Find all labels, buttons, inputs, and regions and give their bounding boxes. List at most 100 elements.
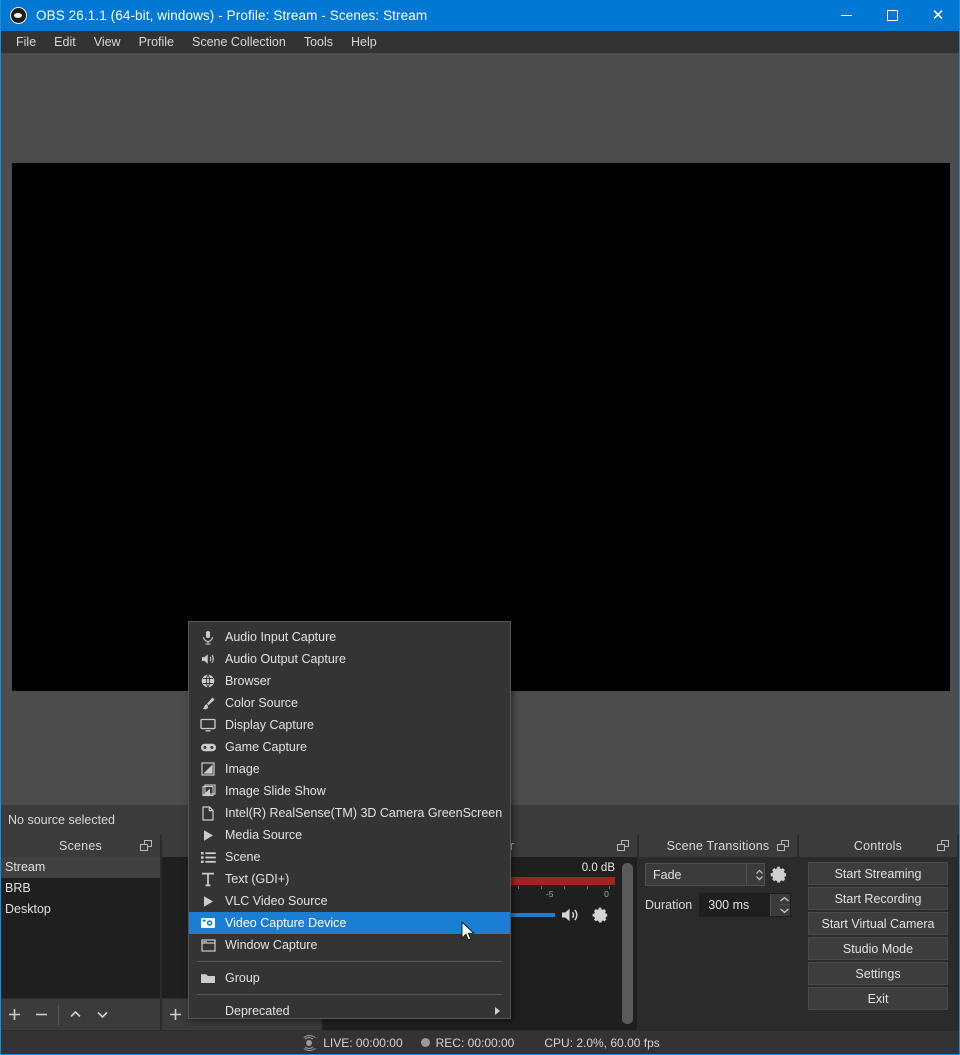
menu-bar: File Edit View Profile Scene Collection … <box>1 31 959 53</box>
transition-select-value: Fade <box>653 867 682 882</box>
close-icon[interactable]: ✕ <box>915 0 959 31</box>
controls-dock-body: Start Streaming Start Recording Start Vi… <box>799 857 957 1030</box>
minimize-icon[interactable] <box>823 0 869 31</box>
remove-scene-button[interactable] <box>28 1000 55 1030</box>
title-bar: OBS 26.1.1 (64-bit, windows) - Profile: … <box>1 0 959 31</box>
menu-item-vlc-video-source[interactable]: VLC Video Source <box>189 890 510 912</box>
scene-transitions-dock: Scene Transitions Fade Duration 300 ms <box>639 835 799 1030</box>
transitions-dock-header: Scene Transitions <box>639 835 797 857</box>
menu-item-window-capture[interactable]: Window Capture <box>189 934 510 956</box>
menu-item-game-capture[interactable]: Game Capture <box>189 736 510 758</box>
studio-mode-button[interactable]: Studio Mode <box>808 937 948 960</box>
menu-item-media-source[interactable]: Media Source <box>189 824 510 846</box>
status-bar: LIVE: 00:00:00 REC: 00:00:00 CPU: 2.0%, … <box>1 1031 959 1054</box>
preview-canvas[interactable] <box>12 163 950 691</box>
exit-button[interactable]: Exit <box>808 987 948 1010</box>
image-icon <box>197 760 219 778</box>
chevron-updown-icon[interactable] <box>746 864 764 885</box>
transition-select[interactable]: Fade <box>645 863 765 886</box>
duration-stepper-arrows[interactable] <box>770 894 790 916</box>
move-scene-up-button[interactable] <box>62 1000 89 1030</box>
play-icon <box>197 826 219 844</box>
menu-item-intel-realsense-greenscreen[interactable]: Intel(R) RealSense(TM) 3D Camera GreenSc… <box>189 802 510 824</box>
duration-label: Duration <box>645 898 693 912</box>
menu-item-video-capture-device[interactable]: Video Capture Device <box>189 912 510 934</box>
menu-item-display-capture[interactable]: Display Capture <box>189 714 510 736</box>
menu-item-label: Image Slide Show <box>225 784 326 798</box>
live-timer: LIVE: 00:00:00 <box>323 1035 403 1050</box>
menu-item-scene[interactable]: Scene <box>189 846 510 868</box>
mixer-scrollbar[interactable] <box>622 863 633 1024</box>
menu-item-image[interactable]: Image <box>189 758 510 780</box>
menu-item-label: Intel(R) RealSense(TM) 3D Camera GreenSc… <box>225 806 503 820</box>
obs-logo-icon <box>10 7 27 24</box>
menu-item-label: VLC Video Source <box>225 894 328 908</box>
undock-icon[interactable] <box>777 840 789 851</box>
window-title: OBS 26.1.1 (64-bit, windows) - Profile: … <box>36 8 428 23</box>
document-icon <box>197 804 219 822</box>
speaker-icon <box>197 650 219 668</box>
close-glyph: ✕ <box>931 7 945 24</box>
chevron-down-icon[interactable] <box>779 905 790 916</box>
menu-item-audio-output-capture[interactable]: Audio Output Capture <box>189 648 510 670</box>
menu-separator <box>197 994 502 995</box>
window-icon <box>197 936 219 954</box>
controls-dock-header: Controls <box>799 835 957 857</box>
add-source-button[interactable] <box>162 1000 189 1030</box>
gamepad-icon <box>197 738 219 756</box>
chevron-up-icon[interactable] <box>779 894 790 905</box>
menu-item-image-slide-show[interactable]: Image Slide Show <box>189 780 510 802</box>
add-source-context-menu[interactable]: Audio Input Capture Audio Output Capture… <box>188 621 511 1019</box>
submenu-arrow-icon <box>495 1007 500 1015</box>
play-icon <box>197 892 219 910</box>
scenes-list[interactable]: Stream BRB Desktop <box>1 857 160 998</box>
menu-item-group[interactable]: Group <box>189 967 510 989</box>
list-item[interactable]: BRB <box>1 878 160 899</box>
rec-status: REC: 00:00:00 <box>420 1035 515 1050</box>
start-virtual-camera-button[interactable]: Start Virtual Camera <box>808 912 948 935</box>
settings-button[interactable]: Settings <box>808 962 948 985</box>
menu-item-audio-input-capture[interactable]: Audio Input Capture <box>189 626 510 648</box>
live-status: LIVE: 00:00:00 <box>300 1034 403 1051</box>
undock-icon[interactable] <box>937 840 949 851</box>
menu-scene-collection[interactable]: Scene Collection <box>183 32 295 52</box>
transitions-content: Fade Duration 300 ms <box>639 857 797 1030</box>
menu-item-label: Scene <box>225 850 261 864</box>
scenes-dock-title: Scenes <box>59 839 102 853</box>
menu-view[interactable]: View <box>85 32 130 52</box>
menu-file[interactable]: File <box>7 32 45 52</box>
start-recording-button[interactable]: Start Recording <box>808 887 948 910</box>
rec-timer: REC: 00:00:00 <box>435 1035 515 1050</box>
text-icon <box>197 870 219 888</box>
globe-icon <box>197 672 219 690</box>
add-scene-button[interactable] <box>1 1000 28 1030</box>
menu-profile[interactable]: Profile <box>130 32 183 52</box>
controls-dock-title: Controls <box>853 839 903 853</box>
menu-edit[interactable]: Edit <box>45 32 85 52</box>
menu-help[interactable]: Help <box>342 32 386 52</box>
menu-separator <box>197 961 502 962</box>
menu-tools[interactable]: Tools <box>295 32 342 52</box>
duration-value: 300 ms <box>708 898 750 912</box>
undock-icon[interactable] <box>140 840 152 851</box>
gear-icon[interactable] <box>585 906 615 924</box>
no-icon <box>197 1002 219 1020</box>
menu-item-text-gdi[interactable]: Text (GDI+) <box>189 868 510 890</box>
speaker-icon[interactable] <box>555 906 585 924</box>
move-scene-down-button[interactable] <box>89 1000 116 1030</box>
menu-item-label: Video Capture Device <box>225 916 347 930</box>
start-streaming-button[interactable]: Start Streaming <box>808 862 948 885</box>
list-item[interactable]: Desktop <box>1 899 160 920</box>
menu-item-deprecated[interactable]: Deprecated <box>189 1000 510 1022</box>
duration-stepper[interactable]: 300 ms <box>699 893 791 917</box>
menu-item-label: Deprecated <box>225 1004 290 1018</box>
menu-item-label: Color Source <box>225 696 298 710</box>
transitions-dock-title: Scene Transitions <box>666 839 770 853</box>
undock-icon[interactable] <box>617 840 629 851</box>
menu-item-browser[interactable]: Browser <box>189 670 510 692</box>
list-item[interactable]: Stream <box>1 857 160 878</box>
transition-properties-gear-icon[interactable] <box>765 863 791 886</box>
maximize-icon[interactable] <box>869 0 915 31</box>
menu-item-color-source[interactable]: Color Source <box>189 692 510 714</box>
menu-item-label: Media Source <box>225 828 303 842</box>
